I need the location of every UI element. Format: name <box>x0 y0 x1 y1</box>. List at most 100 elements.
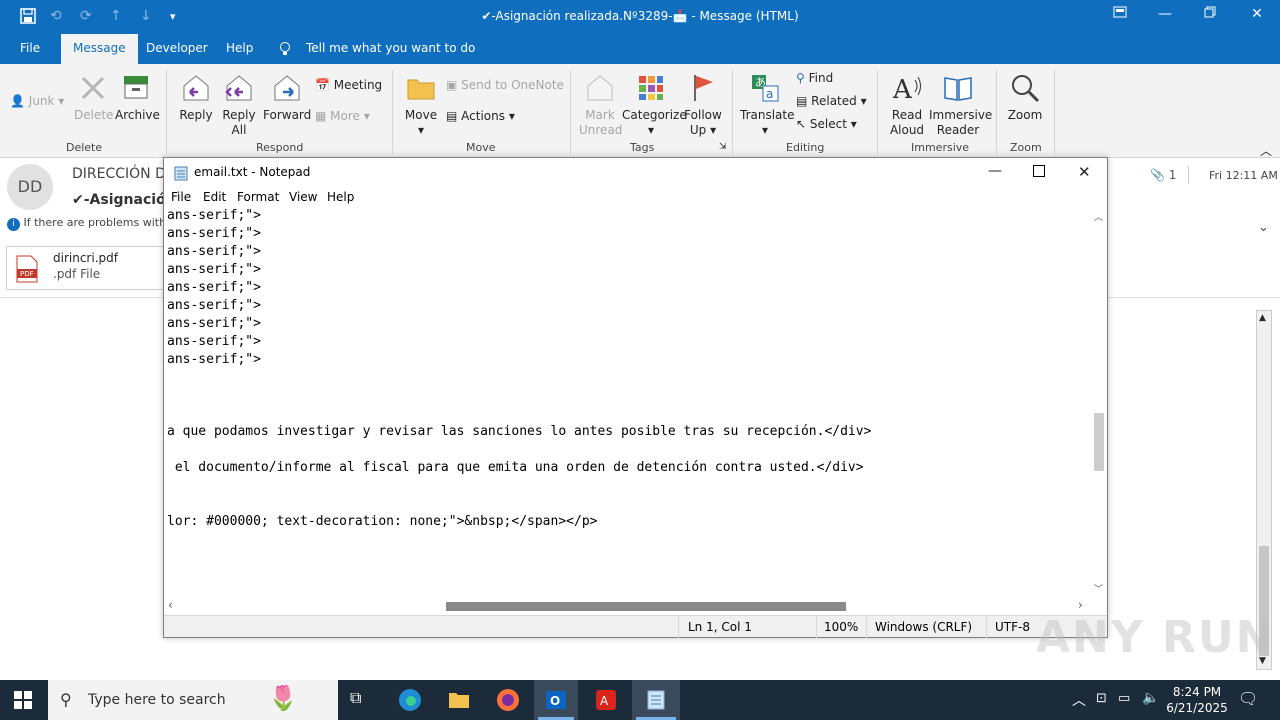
translate-button[interactable]: あa Translate ▾ <box>740 72 795 138</box>
minimize-icon[interactable]: — <box>1155 6 1175 26</box>
info-bar[interactable]: i If there are problems with <box>7 216 166 231</box>
move-button[interactable]: Move ▾ <box>402 72 440 138</box>
scroll-left-icon[interactable]: ‹ <box>168 598 173 612</box>
notepad-vertical-scrollbar[interactable]: ︿ ﹀ <box>1091 208 1107 598</box>
status-divider <box>678 616 679 638</box>
windows-start-icon[interactable] <box>14 691 32 709</box>
notepad-icon <box>174 166 188 181</box>
more-icon: ▦ <box>315 109 327 123</box>
notepad-icon <box>647 690 665 710</box>
text-line: ans-serif;"> <box>167 298 261 313</box>
reply-all-button[interactable]: Reply All <box>220 72 258 138</box>
notepad-menu-file[interactable]: File <box>171 190 191 204</box>
junk-button[interactable]: 👤 Junk ▾ <box>10 94 64 108</box>
message-subject: ✔-Asignación <box>72 192 176 208</box>
attachment-card[interactable]: PDF dirincri.pdf .pdf File <box>6 246 166 290</box>
notepad-minimize-icon[interactable]: — <box>988 163 1002 179</box>
group-label-editing: Editing <box>786 141 825 154</box>
file-explorer-icon[interactable] <box>447 688 471 712</box>
group-label-tags: Tags <box>630 141 655 154</box>
status-divider <box>866 616 867 638</box>
scroll-up-icon[interactable]: ︿ <box>1094 210 1103 223</box>
reply-all-icon <box>225 75 252 101</box>
mark-unread-button[interactable]: Mark Unread <box>579 72 622 138</box>
tab-help[interactable]: Help <box>226 41 253 55</box>
taskbar: ⚲ Type here to search 🌷 ⧉ O A ︿ ⊡ ▭ 🔈 8:… <box>0 680 1280 720</box>
show-hidden-icons[interactable]: ︿ <box>1072 690 1086 710</box>
notepad-status-bar: Ln 1, Col 1 100% Windows (CRLF) UTF-8 <box>164 615 1107 638</box>
tab-developer[interactable]: Developer <box>146 41 208 55</box>
search-icon: ⚲ <box>796 71 805 85</box>
immersive-reader-button[interactable]: Immersive Reader <box>929 72 992 138</box>
find-button[interactable]: ⚲ Find <box>796 71 833 85</box>
window-title: ✔-Asignación realizada.Nº3289-📩 - Messag… <box>481 9 799 23</box>
close-icon[interactable]: ✕ <box>1247 6 1267 26</box>
scroll-up-icon[interactable]: ▲ <box>1259 313 1266 323</box>
text-line: ans-serif;"> <box>167 262 261 277</box>
status-divider <box>816 616 817 638</box>
notepad-menu-format[interactable]: Format <box>237 190 279 204</box>
notepad-close-icon[interactable]: ✕ <box>1078 163 1091 181</box>
expand-header-icon[interactable]: ⌄ <box>1258 220 1269 235</box>
restore-icon[interactable] <box>1200 6 1220 26</box>
network-icon[interactable]: ⊡ <box>1096 691 1107 706</box>
task-view-icon[interactable]: ⧉ <box>350 688 374 712</box>
taskbar-search-box[interactable]: ⚲ Type here to search 🌷 <box>48 680 338 720</box>
horizontal-scrollbar-thumb[interactable] <box>446 602 846 611</box>
meeting-button[interactable]: 📅 Meeting <box>315 78 382 92</box>
zoom-button[interactable]: Zoom <box>1005 72 1045 123</box>
delete-button[interactable]: Delete <box>74 72 113 123</box>
edge-icon[interactable] <box>398 688 422 712</box>
zoom-level: 100% <box>824 620 859 634</box>
archive-button[interactable]: Archive <box>115 72 160 123</box>
clock-time: 8:24 PM <box>1172 685 1222 699</box>
svg-text:A: A <box>892 75 913 104</box>
notepad-menu-edit[interactable]: Edit <box>203 190 226 204</box>
text-line: ans-serif;"> <box>167 208 261 223</box>
vertical-scrollbar-thumb[interactable] <box>1094 413 1104 471</box>
taskbar-clock[interactable]: 8:24 PM 6/21/2025 <box>1166 684 1228 716</box>
group-divider <box>392 70 393 154</box>
notepad-text-area[interactable]: ans-serif;"> ans-serif;"> ans-serif;"> a… <box>164 208 1091 598</box>
archive-icon <box>124 76 148 99</box>
display-icon[interactable]: ▭ <box>1118 691 1130 706</box>
categorize-button[interactable]: Categorize ▾ <box>622 72 687 138</box>
actions-button[interactable]: ▤ Actions ▾ <box>446 109 515 123</box>
firefox-icon[interactable] <box>496 688 520 712</box>
volume-icon[interactable]: 🔈 <box>1142 690 1159 706</box>
follow-up-button[interactable]: Follow Up ▾ <box>684 72 722 138</box>
notepad-maximize-icon[interactable] <box>1033 165 1045 180</box>
read-aloud-button[interactable]: A Read Aloud <box>887 72 927 138</box>
ribbon: 👤 Junk ▾ Delete Archive Delete Reply Rep… <box>0 64 1280 158</box>
notepad-menu-view[interactable]: View <box>289 190 317 204</box>
title-bar: ⟲ ⟳ ↑ ↓ ▾ ✔-Asignación realizada.Nº3289-… <box>0 0 1280 34</box>
forward-button[interactable]: Forward <box>263 72 311 123</box>
ribbon-display-icon[interactable] <box>1110 6 1130 26</box>
group-divider <box>570 70 571 154</box>
notepad-horizontal-scrollbar[interactable]: ‹ › <box>164 598 1091 614</box>
notepad-menu-help[interactable]: Help <box>327 190 354 204</box>
outlook-taskbar-button[interactable]: O <box>534 680 578 720</box>
reply-button[interactable]: Reply <box>177 72 215 123</box>
text-line: a que podamos investigar y revisar las s… <box>167 424 872 439</box>
related-button[interactable]: ▤ Related ▾ <box>796 94 867 108</box>
sender-name[interactable]: DIRECCIÓN D <box>72 166 166 182</box>
scroll-down-icon[interactable]: ﹀ <box>1094 582 1103 595</box>
acrobat-icon[interactable]: A <box>594 688 618 712</box>
search-placeholder: Type here to search <box>88 692 226 708</box>
clock-date: 6/21/2025 <box>1166 701 1228 715</box>
tell-me-search[interactable]: Tell me what you want to do <box>306 41 475 55</box>
paperclip-icon: 📎 <box>1150 168 1165 182</box>
collapse-ribbon-icon[interactable]: ︿ <box>1260 142 1272 159</box>
dialog-launcher-icon[interactable]: ⇲ <box>719 142 727 152</box>
send-to-onenote-button[interactable]: ▣ Send to OneNote <box>446 78 564 92</box>
onenote-icon: ▣ <box>446 78 458 92</box>
notepad-taskbar-button[interactable] <box>632 680 680 720</box>
scroll-right-icon[interactable]: › <box>1078 598 1083 612</box>
select-button[interactable]: ↖ Select ▾ <box>796 117 857 131</box>
tab-file[interactable]: File <box>20 41 40 55</box>
more-respond-button[interactable]: ▦ More ▾ <box>315 109 370 123</box>
cursor-position: Ln 1, Col 1 <box>688 620 752 634</box>
notifications-icon[interactable]: 🗨 <box>1238 689 1258 708</box>
tab-message[interactable]: Message <box>61 34 138 64</box>
